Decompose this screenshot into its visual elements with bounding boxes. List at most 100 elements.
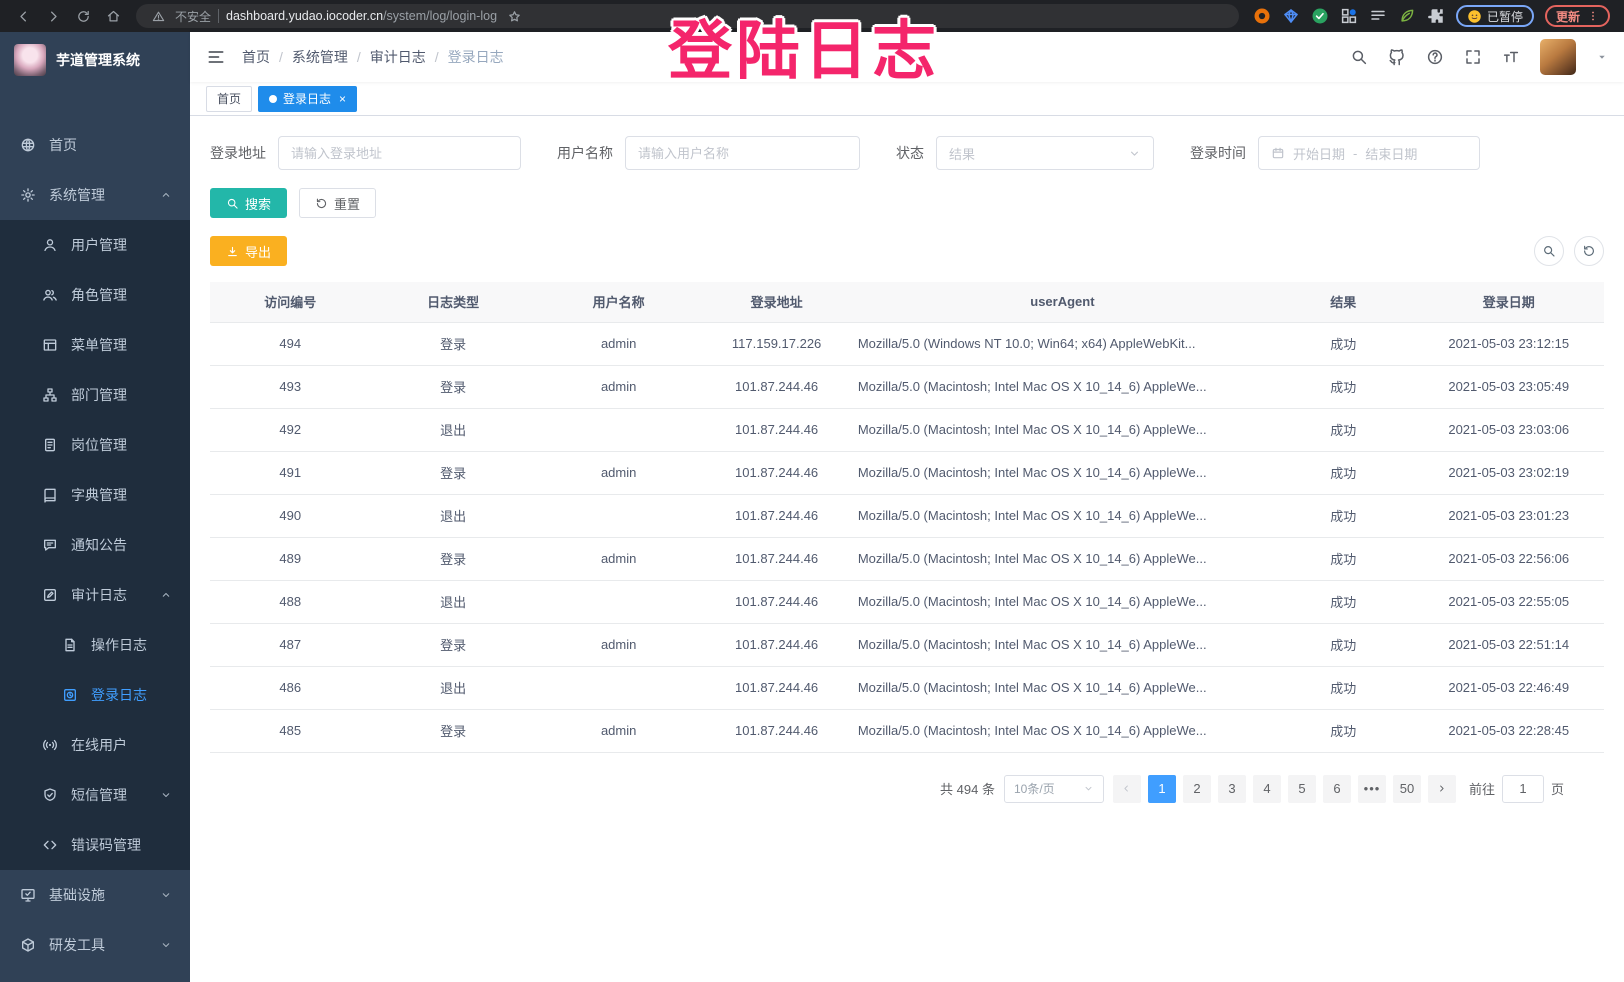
avatar-caret-icon[interactable] [1596,51,1608,63]
sidebar-item-depts[interactable]: 部门管理 [0,370,190,420]
cell-ip: 101.87.244.46 [701,494,851,537]
extension-gem-icon[interactable] [1282,7,1300,25]
extension-grid-icon[interactable] [1340,7,1358,25]
extensions-puzzle-icon[interactable] [1427,7,1445,25]
status-select[interactable]: 结果 [936,136,1154,170]
pager-page-2[interactable]: 2 [1183,775,1211,803]
goto-page-input[interactable] [1502,775,1544,803]
fullscreen-icon[interactable] [1464,48,1482,66]
cell-type: 登录 [370,365,535,408]
sidebar-item-errcode[interactable]: 错误码管理 [0,820,190,870]
sidebar-item-system[interactable]: 系统管理 [0,170,190,220]
sidebar-item-users[interactable]: 用户管理 [0,220,190,270]
sidebar-item-audit-log[interactable]: 审计日志 [0,570,190,620]
sidebar-item-op-log[interactable]: 操作日志 [0,620,190,670]
user-avatar[interactable] [1540,39,1576,75]
login-log-icon [62,687,78,703]
not-secure-warning-icon[interactable] [148,6,168,26]
dashboard-icon [20,137,36,153]
username-label: 用户名称 [557,143,613,163]
close-tab-icon[interactable]: × [339,92,346,106]
pager-page-1[interactable]: 1 [1148,775,1176,803]
profile-paused-pill[interactable]: 已暂停 [1456,5,1534,27]
breadcrumb-item[interactable]: 审计日志 [370,47,426,67]
refresh-table-button[interactable] [1574,236,1604,266]
toggle-search-button[interactable] [1534,236,1564,266]
sidebar-item-online[interactable]: 在线用户 [0,720,190,770]
login-time-range-picker[interactable]: 开始日期 - 结束日期 [1258,136,1480,170]
table-body: 494登录admin117.159.17.226Mozilla/5.0 (Win… [210,322,1604,752]
prev-page-button[interactable] [1113,775,1141,803]
main-area: 首页/系统管理/审计日志/登录日志 首页 登录日志 [190,32,1624,982]
browser-home-icon[interactable] [103,6,123,26]
pager-page-50[interactable]: 50 [1393,775,1421,803]
header-search-icon[interactable] [1350,48,1368,66]
export-button[interactable]: 导出 [210,236,287,266]
sidebar-item-sms[interactable]: 短信管理 [0,770,190,820]
navbar-actions [1350,39,1608,75]
pager-page-5[interactable]: 5 [1288,775,1316,803]
menu-icon [42,337,58,353]
table-row: 485登录admin101.87.244.46Mozilla/5.0 (Maci… [210,709,1604,752]
next-page-button[interactable] [1428,775,1456,803]
sidebar-item-login-log[interactable]: 登录日志 [0,670,190,720]
username-input[interactable] [625,136,860,170]
sidebar-item-dicts[interactable]: 字典管理 [0,470,190,520]
column-header-ip: 登录地址 [701,282,851,322]
page-size-select[interactable]: 10条/页 [1004,775,1104,803]
tab-login-log[interactable]: 登录日志 × [258,86,357,112]
sidebar-item-home[interactable]: 首页 [0,120,190,170]
cell-ip: 101.87.244.46 [701,623,851,666]
sidebar-item-label: 错误码管理 [71,835,141,855]
pager-page-3[interactable]: 3 [1218,775,1246,803]
cell-user_agent: Mozilla/5.0 (Windows NT 10.0; Win64; x64… [852,322,1273,365]
app-logo-row[interactable]: 芋道管理系统 [0,32,190,88]
pager-page-4[interactable]: 4 [1253,775,1281,803]
cell-user_agent: Mozilla/5.0 (Macintosh; Intel Mac OS X 1… [852,537,1273,580]
breadcrumb-item[interactable]: 首页 [242,47,270,67]
reset-button[interactable]: 重置 [299,188,376,218]
tab-home[interactable]: 首页 [206,86,252,112]
sidebar-item-infra[interactable]: 基础设施 [0,870,190,920]
browser-forward-icon[interactable] [43,6,63,26]
github-icon[interactable] [1388,48,1406,66]
browser-back-icon[interactable] [13,6,33,26]
app-title: 芋道管理系统 [56,50,140,70]
extension-leaf-icon[interactable] [1398,7,1416,25]
sidebar-item-posts[interactable]: 岗位管理 [0,420,190,470]
browser-reload-icon[interactable] [73,6,93,26]
calendar-icon [1271,146,1285,160]
cell-ip: 101.87.244.46 [701,709,851,752]
pager-page-6[interactable]: 6 [1323,775,1351,803]
sidebar-item-roles[interactable]: 角色管理 [0,270,190,320]
extension-green-check-icon[interactable] [1311,7,1329,25]
help-icon[interactable] [1426,48,1444,66]
browser-address-bar[interactable]: 不安全 dashboard.yudao.iocoder.cn/system/lo… [136,4,1239,28]
sidebar-item-devtools[interactable]: 研发工具 [0,920,190,970]
extension-orange-icon[interactable] [1253,7,1271,25]
pager-ellipsis[interactable]: ••• [1358,775,1386,803]
cell-date: 2021-05-03 23:05:49 [1413,365,1604,408]
browser-menu-icon[interactable] [1587,10,1599,22]
cell-username [536,408,701,451]
sidebar-item-notices[interactable]: 通知公告 [0,520,190,570]
cell-id: 494 [210,322,370,365]
sidebar-item-label: 角色管理 [71,285,127,305]
browser-update-button[interactable]: 更新 [1545,5,1610,27]
breadcrumb-item[interactable]: 系统管理 [292,47,348,67]
sidebar-item-label: 在线用户 [71,735,127,755]
table-row: 491登录admin101.87.244.46Mozilla/5.0 (Maci… [210,451,1604,494]
search-button[interactable]: 搜索 [210,188,287,218]
tab-label: 登录日志 [283,90,331,107]
cell-user_agent: Mozilla/5.0 (Macintosh; Intel Mac OS X 1… [852,623,1273,666]
login-address-input[interactable] [278,136,521,170]
bookmark-star-icon[interactable] [504,6,524,26]
column-header-id: 访问编号 [210,282,370,322]
sidebar-item-menus[interactable]: 菜单管理 [0,320,190,370]
font-size-icon[interactable] [1502,48,1520,66]
code-icon [42,837,58,853]
cell-ip: 117.159.17.226 [701,322,851,365]
hamburger-icon[interactable] [206,47,226,67]
extension-list-icon[interactable] [1369,7,1387,25]
goto-label: 前往 [1469,779,1495,798]
